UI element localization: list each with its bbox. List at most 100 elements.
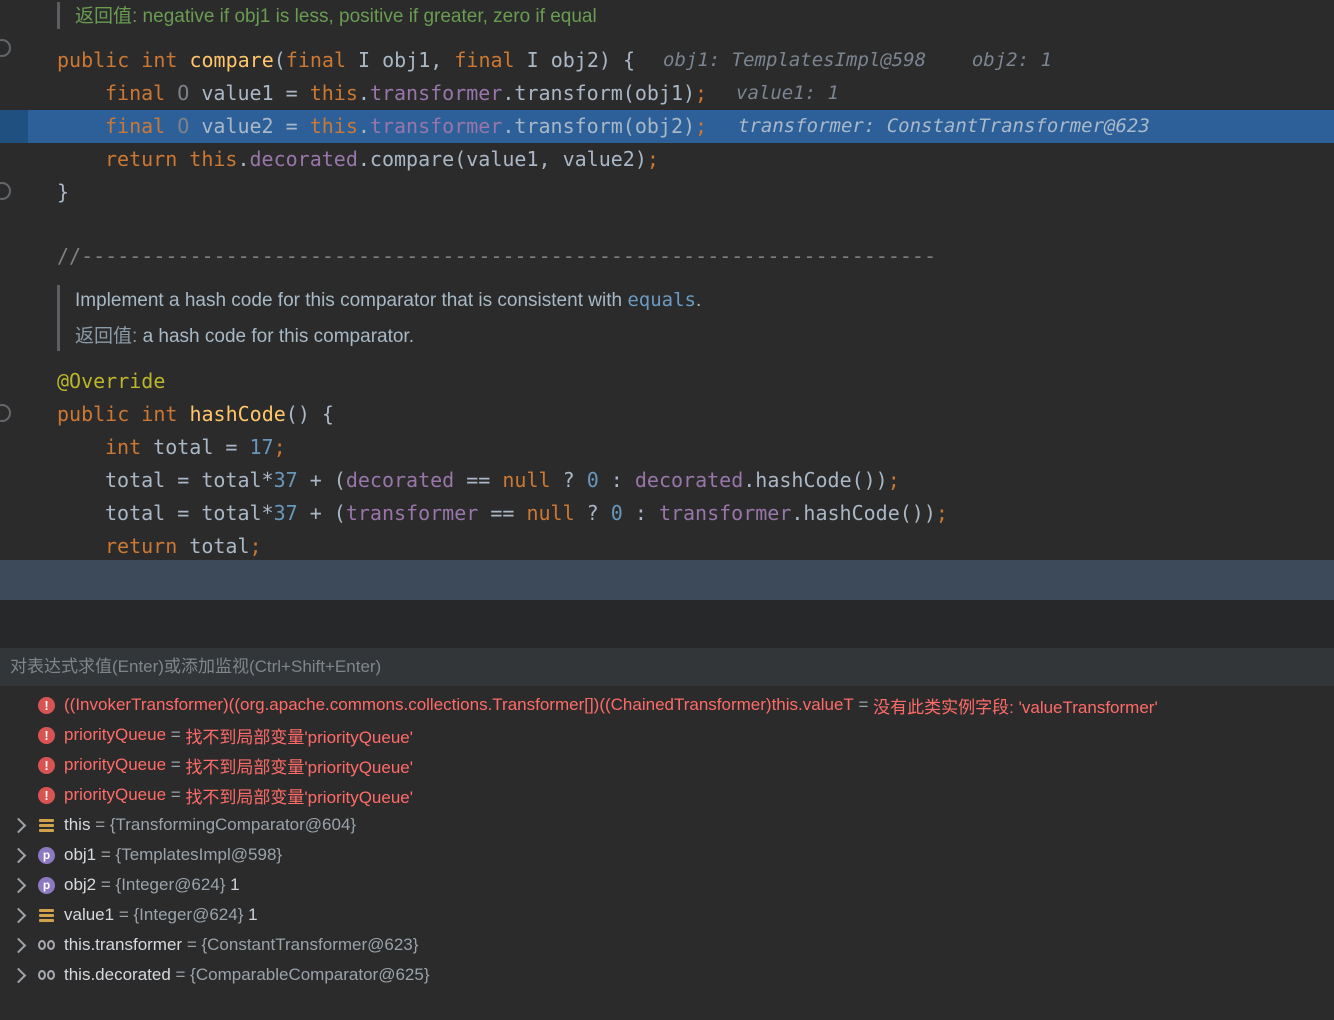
code-token: this [309,114,358,138]
code-token: O [177,81,202,105]
code-token: public int [57,48,190,72]
code-line-total-decorated[interactable]: total = total*37 + (decorated == null ? … [0,464,1334,497]
code-token: decorated [345,468,455,492]
watch-row[interactable]: p obj2 = {Integer@624} 1 [0,870,1334,900]
expand-chevron-icon[interactable] [10,877,27,893]
debug-toolbar-strip [0,600,1334,648]
code-token: 0 [610,501,623,525]
watch-value: 找不到局部变量'priorityQueue' [185,727,413,747]
code-token: decorated [634,468,744,492]
code-token: ; [935,501,948,525]
watch-value: {Integer@624} [133,905,244,924]
code-token: transformer [369,81,503,105]
equals-sign: = [853,695,874,714]
code-token: .transform(obj2) [502,114,696,138]
expand-chevron-icon[interactable] [10,937,27,953]
watch-name: this.decorated [64,965,171,984]
expand-chevron-icon[interactable] [10,967,27,983]
watch-value: 找不到局部变量'priorityQueue' [185,787,413,807]
code-editor[interactable]: 返回值: negative if obj1 is less, positive … [0,0,1334,560]
watch-value: {ComparableComparator@625} [190,965,430,984]
code-token: final [454,48,527,72]
code-line-total-transformer[interactable]: total = total*37 + (transformer == null … [0,497,1334,530]
evaluate-expression-field[interactable]: 对表达式求值(Enter)或添加监视(Ctrl+Shift+Enter) [0,648,1334,686]
code-token: transformer [658,501,792,525]
code-token: 17 [249,435,274,459]
code-token: value2 = [201,114,310,138]
code-token: final [285,48,359,72]
equals-sign: = [90,815,110,834]
code-token: == [478,501,527,525]
code-line-separator-comment[interactable]: //--------------------------------------… [0,240,1334,273]
expand-chevron-icon[interactable] [10,847,27,863]
equals-sign: = [96,845,116,864]
code-line-closing-brace[interactable]: } [0,176,1334,209]
code-token: ? [550,468,587,492]
editor-debugger-splitter[interactable] [0,560,1334,600]
code-token: O [177,114,202,138]
watch-icon [38,937,55,954]
equals-sign: = [166,725,186,744]
watch-row[interactable]: this = {TransformingComparator@604} [0,810,1334,840]
watch-row[interactable]: ! ((InvokerTransformer)((org.apache.commo… [0,690,1334,720]
code-line-hashcode-signature[interactable]: public int hashCode() { [0,398,1334,431]
watch-name: obj1 [64,845,97,864]
code-token: @Override [57,369,166,393]
watch-name: ((InvokerTransformer)((org.apache.common… [64,695,854,714]
code-token: total = total* [105,468,274,492]
code-line-override-annotation[interactable]: @Override [0,365,1334,398]
watch-value: {Integer@624} [115,875,226,894]
code-token: compare [189,48,274,72]
code-token: ; [887,468,900,492]
watch-row[interactable]: ! priorityQueue = 找不到局部变量'priorityQueue' [0,780,1334,810]
watch-rows: ! ((InvokerTransformer)((org.apache.commo… [0,690,1334,990]
code-token: ; [273,435,286,459]
code-token: + ( [297,501,346,525]
code-line-return-total[interactable]: return total; [0,530,1334,563]
doc-comment-line: 返回值: a hash code for this comparator. [0,320,1334,353]
code-token: final [105,81,178,105]
code-token: ; [695,114,708,138]
code-token: return this [105,147,238,171]
watch-name: obj2 [64,875,97,894]
code-line-value1[interactable]: final O value1 = this.transformer.transf… [0,77,1334,110]
watch-value: 找不到局部变量'priorityQueue' [185,757,413,777]
code-token: decorated [249,147,358,171]
code-token: . [695,290,702,311]
code-token: null [502,468,551,492]
code-token: : [598,468,635,492]
value-icon [38,817,55,834]
code-token: . [237,147,250,171]
watch-name: priorityQueue [64,725,167,744]
code-token: ; [646,147,659,171]
watch-value: {TransformingComparator@604} [109,815,357,834]
code-token: total [189,534,250,558]
watch-icon [38,967,55,984]
watch-row[interactable]: ! priorityQueue = 找不到局部变量'priorityQueue' [0,720,1334,750]
watch-row[interactable]: this.transformer = {ConstantTransformer@… [0,930,1334,960]
code-line-total-init[interactable]: int total = 17; [0,431,1334,464]
code-token: 返回值: negative if obj1 is less, positive … [75,6,597,27]
code-token: value1 = [201,81,310,105]
code-token: . [357,114,370,138]
code-token: I obj2) { [526,48,635,72]
expand-chevron-icon[interactable] [10,907,27,923]
watch-extra-value: 1 [225,875,240,894]
code-token: hashCode [189,402,286,426]
code-token: : [622,501,659,525]
equals-sign: = [166,755,186,774]
evaluate-expression-placeholder: 对表达式求值(Enter)或添加监视(Ctrl+Shift+Enter) [10,657,382,676]
code-token: transformer [369,114,503,138]
expand-chevron-icon[interactable] [10,817,27,833]
watch-row[interactable]: ! priorityQueue = 找不到局部变量'priorityQueue' [0,750,1334,780]
watch-row[interactable]: value1 = {Integer@624} 1 [0,900,1334,930]
watch-row[interactable]: this.decorated = {ComparableComparator@6… [0,960,1334,990]
param-icon: p [38,846,55,864]
watch-extra-value: 1 [243,905,258,924]
code-line-return-compare[interactable]: return this.decorated.compare(value1, va… [0,143,1334,176]
code-token: ( [273,48,286,72]
code-token: total = total* [105,501,274,525]
code-token: transformer [345,501,479,525]
watch-row[interactable]: p obj1 = {TemplatesImpl@598} [0,840,1334,870]
code-token: + ( [297,468,346,492]
